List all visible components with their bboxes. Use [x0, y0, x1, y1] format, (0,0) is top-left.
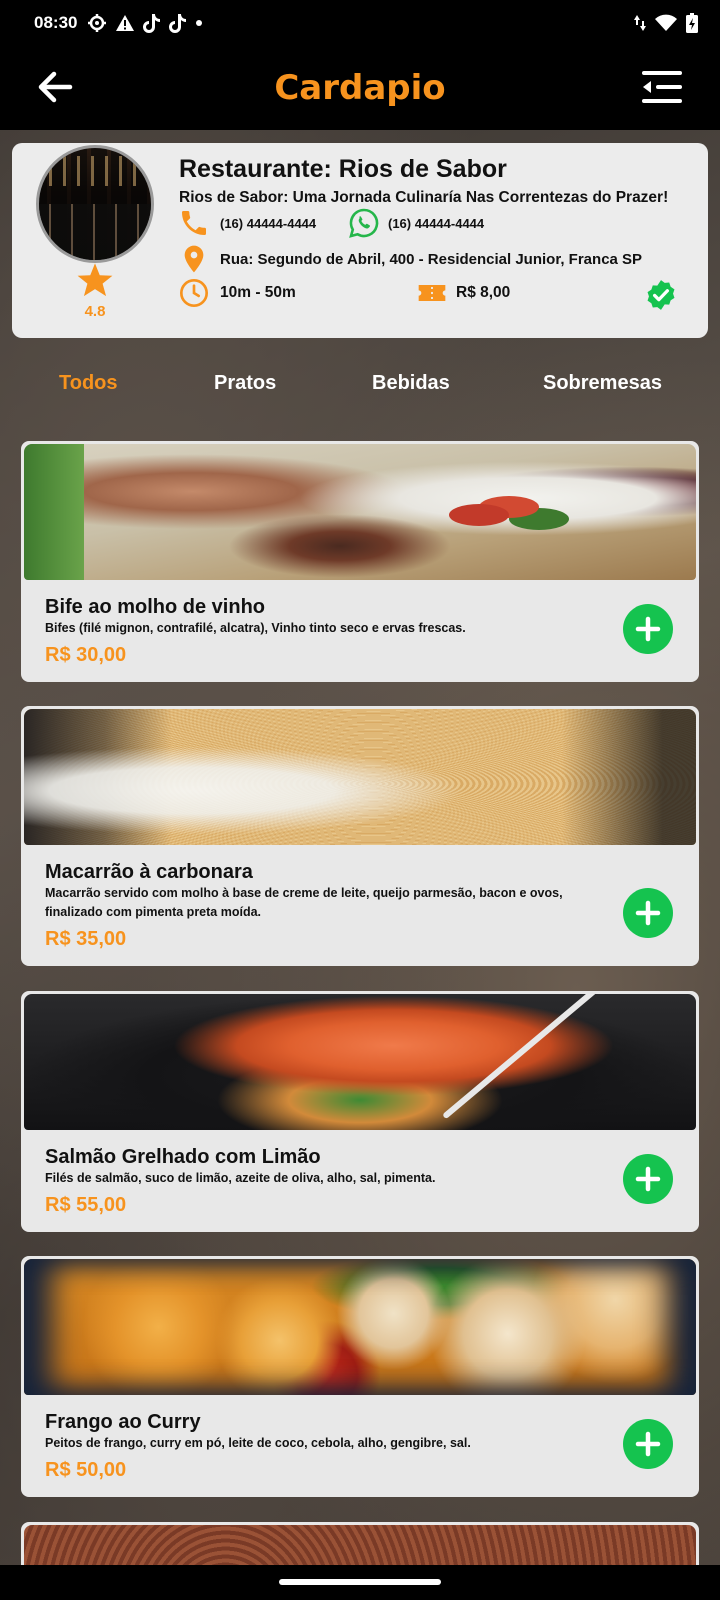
delivery-fee-row: R$ 8,00: [416, 277, 510, 309]
plus-icon: [635, 1166, 661, 1192]
plus-icon: [635, 616, 661, 642]
plus-icon: [635, 1431, 661, 1457]
data-arrows-icon: [634, 15, 646, 31]
location-pin-icon: [184, 245, 204, 273]
restaurant-info-card: 4.8 Restaurante: Rios de Sabor Rios de S…: [12, 143, 708, 338]
category-tabs: Todos Pratos Bebidas Sobremesas: [0, 362, 720, 422]
phone-icon: [182, 211, 206, 235]
tiktok-icon: [143, 14, 161, 33]
tab-bebidas[interactable]: Bebidas: [372, 372, 450, 395]
verified-badge-icon: [647, 280, 675, 310]
battery-charging-icon: [686, 13, 698, 33]
dish-description: Bifes (filé mignon, contrafilé, alcatra)…: [45, 621, 466, 635]
dish-image: [24, 994, 696, 1130]
star-icon: [77, 263, 113, 297]
dish-image: [24, 709, 696, 845]
settings-icon: [88, 14, 107, 32]
add-to-cart-button[interactable]: [623, 604, 673, 654]
dish-image-detail: [442, 994, 600, 1120]
restaurant-address: Rua: Segundo de Abril, 400 - Residencial…: [220, 250, 643, 268]
menu-item-card[interactable]: Macarrão à carbonara Macarrão servido co…: [21, 706, 699, 966]
arrow-left-icon[interactable]: [36, 68, 74, 106]
dish-title: Frango ao Curry: [45, 1411, 201, 1433]
dish-title: Bife ao molho de vinho: [45, 596, 266, 618]
ticket-icon: [418, 285, 446, 301]
dish-price: R$ 30,00: [45, 644, 127, 666]
address-row: Rua: Segundo de Abril, 400 - Residencial…: [178, 243, 642, 275]
menu-collapse-icon[interactable]: [640, 68, 682, 106]
restaurant-tagline: Rios de Sabor: Uma Jornada Culinaría Nas…: [179, 189, 669, 206]
rating-value: 4.8: [84, 303, 106, 320]
dish-image: [24, 1259, 696, 1395]
menu-item-card[interactable]: Frango ao Curry Peitos de frango, curry …: [21, 1256, 699, 1497]
dot-icon: [196, 20, 203, 26]
whatsapp-icon: [349, 208, 379, 238]
dish-image-detail: [24, 709, 696, 845]
status-bar: 08:30: [0, 0, 720, 46]
delivery-time: 10m - 50m: [220, 284, 296, 301]
dish-image-detail: [24, 1259, 696, 1395]
dish-price: R$ 35,00: [45, 928, 127, 950]
system-nav-bar: [0, 1565, 720, 1600]
dish-price: R$ 55,00: [45, 1194, 127, 1216]
add-to-cart-button[interactable]: [623, 888, 673, 938]
tiktok-icon: [169, 14, 187, 33]
dish-description: Peitos de frango, curry em pó, leite de …: [45, 1436, 471, 1450]
tab-pratos[interactable]: Pratos: [214, 372, 276, 395]
restaurant-name: Restaurante: Rios de Sabor: [179, 155, 507, 183]
dish-image-detail: [449, 504, 509, 526]
alert-icon: [116, 15, 135, 31]
clock-icon: [180, 279, 208, 307]
tab-sobremesas[interactable]: Sobremesas: [543, 372, 662, 395]
phone-number: (16) 44444-4444: [220, 215, 317, 231]
dish-price: R$ 50,00: [45, 1459, 127, 1481]
status-time: 08:30: [34, 13, 78, 32]
menu-item-card[interactable]: Salmão Grelhado com Limão Filés de salmã…: [21, 991, 699, 1232]
dish-title: Macarrão à carbonara: [45, 861, 253, 883]
delivery-fee: R$ 8,00: [456, 284, 511, 301]
delivery-time-row: 10m - 50m: [178, 277, 296, 309]
dish-description: Macarrão servido com molho à base de cre…: [45, 886, 563, 919]
menu-item-card[interactable]: Bife ao molho de vinho Bifes (filé migno…: [21, 441, 699, 682]
dish-description: Filés de salmão, suco de limão, azeite d…: [45, 1171, 436, 1185]
wifi-icon: [655, 14, 677, 31]
plus-icon: [635, 900, 661, 926]
add-to-cart-button[interactable]: [623, 1154, 673, 1204]
dish-image-detail: [24, 444, 84, 580]
phone-row[interactable]: (16) 44444-4444: [178, 207, 316, 239]
home-gesture-bar[interactable]: [279, 1579, 441, 1585]
add-to-cart-button[interactable]: [623, 1419, 673, 1469]
tab-todos[interactable]: Todos: [59, 372, 118, 395]
whatsapp-row[interactable]: (16) 44444-4444: [348, 207, 484, 239]
app-header: Cardapio: [0, 46, 720, 130]
page-title: Cardapio: [274, 68, 446, 108]
dish-title: Salmão Grelhado com Limão: [45, 1146, 321, 1168]
dish-image: [24, 444, 696, 580]
whatsapp-number: (16) 44444-4444: [388, 215, 485, 231]
restaurant-avatar: [36, 145, 154, 263]
